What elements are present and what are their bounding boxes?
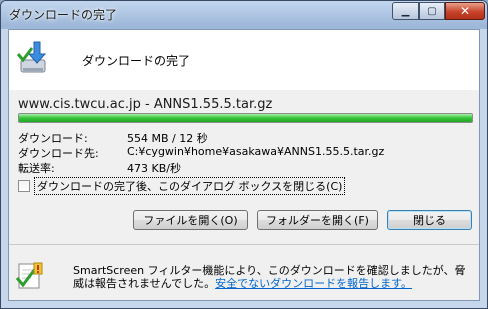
open-folder-button[interactable]: フォルダーを開く(F)	[257, 210, 378, 230]
close-button[interactable]: 閉じる	[387, 210, 472, 230]
close-window-button[interactable]: ✕	[445, 2, 485, 20]
detail-label: 転送率:	[18, 162, 55, 175]
close-label: 閉じる	[413, 214, 446, 227]
detail-value: 554 MB / 12 秒	[127, 132, 208, 145]
detail-row-destination: ダウンロード先: C:¥cygwin¥home¥asakawa¥ANNS1.55…	[18, 145, 384, 161]
detail-value: 473 KB/秒	[127, 162, 181, 175]
download-complete-window: ダウンロードの完了 ▁ ▢ ✕ ダウンロードの完了 www.cis.twcu.a…	[0, 0, 488, 309]
open-file-label: ファイルを開く(O)	[143, 214, 238, 227]
window-title: ダウンロードの完了	[9, 8, 118, 22]
open-folder-label: フォルダーを開く(F)	[266, 214, 369, 227]
smartscreen-shield-icon	[15, 260, 45, 295]
minimize-icon: ▁	[401, 5, 410, 17]
detail-label: ダウンロード先:	[18, 147, 99, 160]
download-complete-icon	[15, 40, 51, 83]
report-unsafe-download-link[interactable]: 安全でないダウンロードを報告します。	[215, 277, 412, 290]
close-on-complete-option[interactable]: ダウンロードの完了後、このダイアログ ボックスを閉じる(C)	[18, 177, 346, 195]
maximize-button[interactable]: ▢	[419, 2, 445, 20]
header-title: ダウンロードの完了	[82, 54, 191, 68]
title-bar[interactable]: ダウンロードの完了 ▁ ▢ ✕	[1, 1, 487, 27]
maximize-icon: ▢	[427, 5, 437, 17]
open-file-button[interactable]: ファイルを開く(O)	[133, 210, 248, 230]
download-source: www.cis.twcu.ac.jp - ANNS1.55.5.tar.gz	[18, 97, 273, 112]
footer-divider	[9, 244, 479, 245]
detail-value: C:¥cygwin¥home¥asakawa¥ANNS1.55.5.tar.gz	[127, 145, 385, 158]
dialog-header: ダウンロードの完了	[9, 30, 479, 90]
download-progress-bar	[18, 113, 473, 123]
progress-fill	[19, 114, 472, 122]
minimize-button[interactable]: ▁	[392, 2, 419, 20]
detail-row-downloaded: ダウンロード: 554 MB / 12 秒	[18, 130, 208, 146]
close-icon: ✕	[459, 4, 471, 18]
detail-row-rate: 転送率: 473 KB/秒	[18, 160, 181, 176]
dialog-body: ダウンロードの完了 www.cis.twcu.ac.jp - ANNS1.55.…	[8, 29, 480, 301]
detail-label: ダウンロード:	[18, 132, 88, 145]
smartscreen-message: SmartScreen フィルター機能により、このダウンロードを確認しましたが、…	[73, 264, 473, 290]
close-on-complete-checkbox[interactable]	[18, 180, 30, 192]
close-on-complete-label[interactable]: ダウンロードの完了後、このダイアログ ボックスを閉じる(C)	[34, 177, 346, 195]
